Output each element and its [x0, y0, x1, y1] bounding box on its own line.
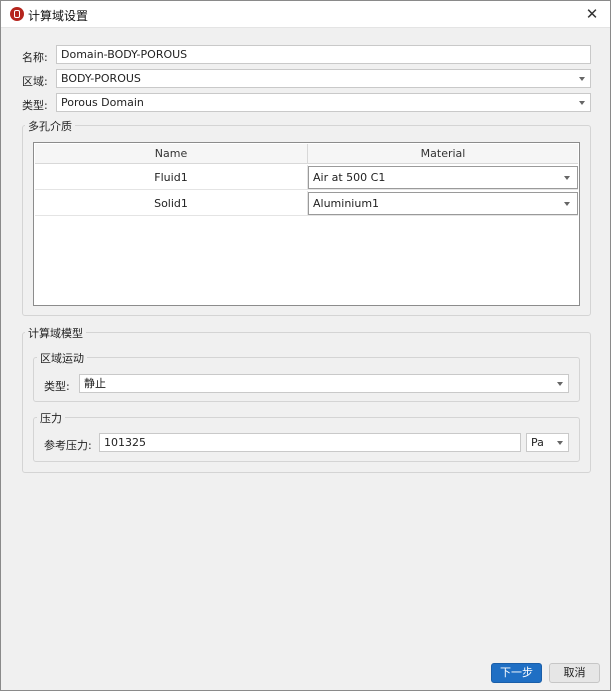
- chevron-down-icon: [579, 101, 585, 105]
- table-row-name[interactable]: Solid1: [35, 191, 308, 216]
- reference-pressure-label: 参考压力:: [44, 439, 92, 452]
- material-select[interactable]: Air at 500 C1: [308, 166, 578, 189]
- chevron-down-icon: [564, 202, 570, 206]
- chevron-down-icon: [564, 176, 570, 180]
- table-row-name[interactable]: Fluid1: [35, 165, 308, 190]
- region-label: 区域:: [22, 75, 48, 88]
- material-value: Air at 500 C1: [313, 171, 386, 184]
- table-row-material-cell: Air at 500 C1: [308, 165, 578, 190]
- dialog-window: 计算域设置 ✕ 名称: Domain-BODY-POROUS 区域: BODY-…: [0, 0, 611, 691]
- chevron-down-icon: [557, 382, 563, 386]
- motion-type-label: 类型:: [44, 380, 70, 393]
- type-label: 类型:: [22, 99, 48, 112]
- next-button[interactable]: 下一步: [491, 663, 542, 683]
- type-value: Porous Domain: [61, 96, 144, 109]
- chevron-down-icon: [579, 77, 585, 81]
- region-value: BODY-POROUS: [61, 72, 141, 85]
- type-select[interactable]: Porous Domain: [56, 93, 591, 112]
- column-header-name[interactable]: Name: [35, 144, 308, 164]
- motion-type-value: 静止: [84, 377, 106, 390]
- material-value: Aluminium1: [313, 197, 380, 210]
- motion-type-select[interactable]: 静止: [79, 374, 569, 393]
- material-select[interactable]: Aluminium1: [308, 192, 578, 215]
- chevron-down-icon: [557, 441, 563, 445]
- cancel-button[interactable]: 取消: [549, 663, 600, 683]
- region-motion-group-title: 区域运动: [37, 350, 87, 366]
- column-header-material[interactable]: Material: [308, 144, 578, 164]
- close-icon[interactable]: ✕: [582, 4, 602, 24]
- name-label: 名称:: [22, 51, 48, 64]
- window-title: 计算域设置: [28, 9, 89, 23]
- title-bar: 计算域设置 ✕: [1, 1, 610, 28]
- reference-pressure-input[interactable]: 101325: [99, 433, 521, 452]
- pressure-group-title: 压力: [37, 410, 65, 426]
- pressure-unit-value: Pa: [531, 436, 544, 449]
- table-row-material-cell: Aluminium1: [308, 191, 578, 216]
- porous-media-table: Name Material Fluid1 Air at 500 C1 Solid…: [33, 142, 580, 306]
- pressure-unit-select[interactable]: Pa: [526, 433, 569, 452]
- region-select[interactable]: BODY-POROUS: [56, 69, 591, 88]
- porous-media-group-title: 多孔介质: [25, 118, 75, 134]
- domain-model-group-title: 计算域模型: [25, 325, 86, 341]
- app-logo-icon: [10, 7, 24, 21]
- name-input[interactable]: Domain-BODY-POROUS: [56, 45, 591, 64]
